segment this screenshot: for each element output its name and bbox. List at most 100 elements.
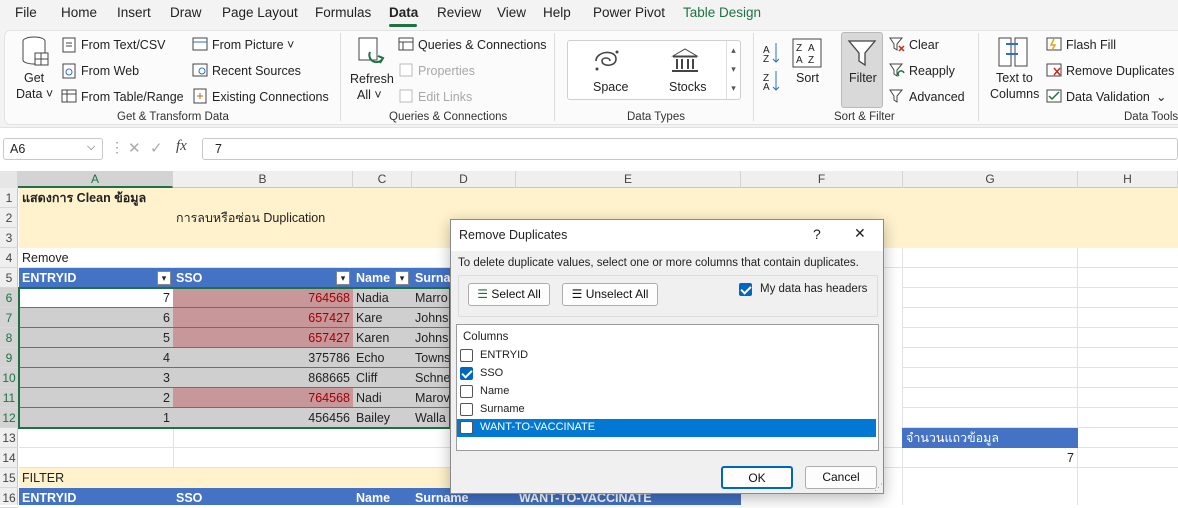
column-header-d[interactable]: D	[412, 171, 516, 188]
row-header[interactable]: 11	[0, 388, 18, 408]
sort-filter-dropdown-icon[interactable]: ▾	[157, 271, 171, 285]
headers-checkbox-label[interactable]: My data has headers	[760, 283, 867, 295]
menu-page-layout[interactable]: Page Layout	[222, 5, 298, 20]
sort-icon[interactable]: ZA AZ	[792, 38, 822, 68]
select-all-corner[interactable]	[0, 171, 18, 188]
column-checkbox-name[interactable]	[460, 385, 473, 398]
data-validation-dropdown-icon[interactable]: ⌄	[1156, 89, 1166, 104]
text-to-columns-label-1[interactable]: Text to	[996, 71, 1033, 85]
column-option[interactable]: WANT-TO-VACCINATE	[480, 421, 595, 433]
refresh-all-label-1[interactable]: Refresh	[350, 72, 394, 86]
row-header[interactable]: 9	[0, 348, 18, 368]
formula-input[interactable]: 7	[202, 138, 1178, 160]
refresh-all-icon[interactable]	[356, 36, 386, 70]
menu-home[interactable]: Home	[61, 5, 97, 20]
space-icon[interactable]	[592, 47, 622, 75]
column-checkbox-want-to-vaccinate[interactable]	[460, 421, 473, 434]
from-text-csv-button[interactable]: From Text/CSV	[81, 38, 166, 52]
get-data-label-2[interactable]: Data ˅	[16, 87, 53, 101]
column-header-h[interactable]: H	[1078, 171, 1178, 188]
menu-file[interactable]: File	[15, 5, 37, 20]
clear-button[interactable]: Clear	[909, 38, 939, 52]
row-header[interactable]: 10	[0, 368, 18, 388]
column-option[interactable]: Surname	[480, 403, 525, 415]
row-header[interactable]: 6	[0, 288, 18, 308]
menu-data[interactable]: Data	[389, 5, 418, 20]
column-option[interactable]: Name	[480, 385, 509, 397]
get-data-icon[interactable]	[20, 35, 50, 69]
select-all-button[interactable]: ☰ Select All	[468, 283, 550, 306]
row-header[interactable]: 12	[0, 408, 18, 428]
column-header-f[interactable]: F	[741, 171, 903, 188]
enter-icon[interactable]: ✓	[150, 139, 163, 157]
stocks-icon[interactable]	[670, 47, 700, 75]
column-header-e[interactable]: E	[516, 171, 741, 188]
queries-connections-button[interactable]: Queries & Connections	[418, 38, 547, 52]
row-header[interactable]: 3	[0, 228, 18, 248]
get-data-label-1[interactable]: Get	[24, 71, 44, 85]
menu-table-design[interactable]: Table Design	[683, 5, 761, 20]
column-header-a[interactable]: A	[18, 171, 173, 188]
column-header-b[interactable]: B	[173, 171, 353, 188]
from-web-button[interactable]: From Web	[81, 64, 139, 78]
reapply-button[interactable]: Reapply	[909, 64, 955, 78]
row-header[interactable]: 15	[0, 468, 18, 488]
insert-function-icon[interactable]: fx	[176, 138, 187, 155]
column-checkbox-entryid[interactable]	[460, 349, 473, 362]
help-button[interactable]: ?	[813, 226, 821, 242]
refresh-all-label-2[interactable]: All ˅	[357, 88, 382, 102]
filter-dropdown-icon[interactable]: ▾	[395, 271, 409, 285]
stocks-data-type[interactable]: Stocks	[669, 80, 707, 94]
menu-formulas[interactable]: Formulas	[315, 5, 371, 20]
column-checkbox-sso[interactable]	[460, 367, 473, 380]
advanced-button[interactable]: Advanced	[909, 90, 965, 104]
flash-fill-button[interactable]: Flash Fill	[1066, 38, 1116, 52]
chevron-down-icon[interactable]: ⌵	[87, 141, 95, 154]
edit-links-button[interactable]: Edit Links	[418, 90, 472, 104]
sort-button[interactable]: Sort	[796, 71, 819, 85]
resize-grip-icon[interactable]: ⋰	[874, 482, 883, 493]
filter-button[interactable]: Filter	[849, 71, 877, 85]
headers-checkbox[interactable]	[739, 283, 752, 296]
menu-review[interactable]: Review	[437, 5, 481, 20]
cancel-icon[interactable]: ✕	[128, 139, 141, 157]
column-option[interactable]: SSO	[480, 367, 503, 379]
column-header-c[interactable]: C	[353, 171, 412, 188]
sort-az-za-icons[interactable]: A Z Z A	[762, 40, 782, 96]
menu-power-pivot[interactable]: Power Pivot	[593, 5, 665, 20]
row-header[interactable]: 5	[0, 268, 18, 288]
menu-view[interactable]: View	[497, 5, 526, 20]
filter-icon[interactable]	[846, 38, 878, 68]
data-validation-button[interactable]: Data Validation	[1066, 90, 1150, 104]
menu-help[interactable]: Help	[543, 5, 571, 20]
row-header[interactable]: 14	[0, 448, 18, 468]
unselect-all-button[interactable]: ☰ Unselect All	[562, 283, 658, 306]
existing-connections-button[interactable]: Existing Connections	[212, 90, 329, 104]
text-to-columns-label-2[interactable]: Columns	[990, 87, 1039, 101]
row-header[interactable]: 1	[0, 188, 18, 208]
recent-sources-button[interactable]: Recent Sources	[212, 64, 301, 78]
column-option[interactable]: ENTRYID	[480, 349, 528, 361]
from-picture-button[interactable]: From Picture ˅	[212, 38, 294, 52]
filter-dropdown-icon[interactable]: ▾	[336, 271, 350, 285]
text-to-columns-icon[interactable]	[996, 36, 1030, 70]
column-checkbox-surname[interactable]	[460, 403, 473, 416]
space-data-type[interactable]: Space	[593, 80, 628, 94]
ok-button[interactable]: OK	[721, 466, 793, 489]
remove-duplicates-button[interactable]: Remove Duplicates	[1066, 64, 1174, 78]
gallery-scroll[interactable]: ▴ ▾ ▾	[726, 41, 740, 99]
menu-insert[interactable]: Insert	[117, 5, 151, 20]
row-header[interactable]: 2	[0, 208, 18, 228]
properties-button[interactable]: Properties	[418, 64, 475, 78]
count-value[interactable]: 7	[903, 448, 1077, 468]
from-table-range-button[interactable]: From Table/Range	[81, 90, 184, 104]
row-header[interactable]: 8	[0, 328, 18, 348]
row-header[interactable]: 13	[0, 428, 18, 448]
row-header[interactable]: 4	[0, 248, 18, 268]
column-header-g[interactable]: G	[903, 171, 1078, 188]
row-header[interactable]: 7	[0, 308, 18, 328]
cancel-button[interactable]: Cancel	[805, 466, 877, 489]
menu-draw[interactable]: Draw	[170, 5, 202, 20]
row-header[interactable]: 16	[0, 488, 18, 508]
close-icon[interactable]: ✕	[854, 225, 866, 242]
